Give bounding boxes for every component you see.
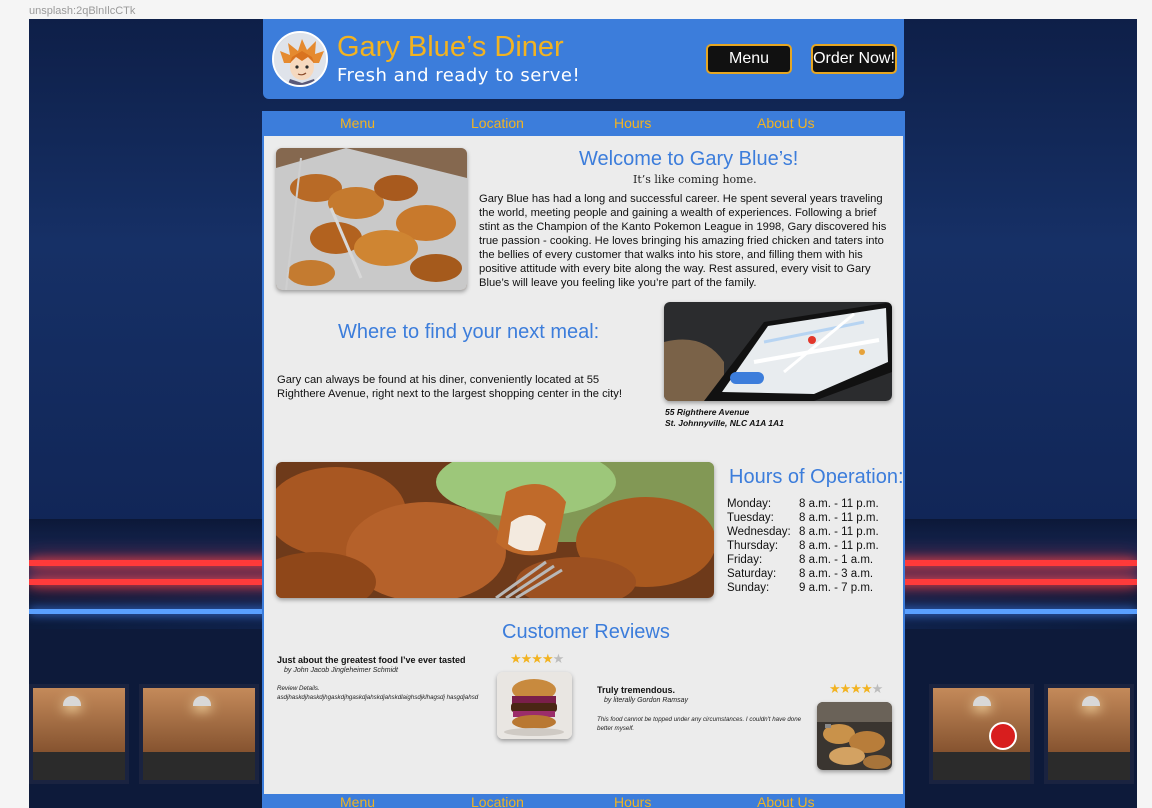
avatar [272, 31, 328, 87]
hours-day: Sunday: [727, 582, 770, 594]
hours-day: Thursday: [727, 540, 779, 552]
location-text: Gary can always be found at his diner, c… [277, 374, 622, 400]
hours-time: 8 a.m. - 3 a.m. [799, 568, 874, 580]
main-content: Welcome to Gary Blue’s! It’s like coming… [262, 136, 905, 794]
site-tagline: Fresh and ready to serve! [337, 65, 581, 86]
map-phone-photo [664, 302, 892, 401]
hours-time: 9 a.m. - 7 p.m. [799, 582, 874, 594]
review-title: Truly tremendous. [597, 685, 676, 695]
location-heading: Where to find your next meal: [338, 321, 600, 343]
address-line-2: St. Johnnyville, NLC A1A 1A1 [665, 418, 784, 428]
welcome-heading: Welcome to Gary Blue’s! [579, 148, 799, 170]
hours-row: Friday: 8 a.m. - 1 a.m. [727, 553, 879, 567]
hours-day: Tuesday: [727, 512, 774, 524]
site-title: Gary Blue’s Diner [337, 31, 564, 63]
order-now-button[interactable]: Order Now! [811, 44, 897, 74]
hours-row: Saturday: 8 a.m. - 3 a.m. [727, 567, 879, 581]
footer-link-about-us[interactable]: About Us [757, 794, 815, 808]
hours-time: 8 a.m. - 11 p.m. [799, 498, 879, 510]
kitchen-pots-photo [817, 702, 892, 770]
nav-link-location[interactable]: Location [471, 115, 524, 131]
review-title: Just about the greatest food I’ve ever t… [277, 655, 466, 665]
footer-link-hours[interactable]: Hours [614, 794, 651, 808]
hours-time: 8 a.m. - 11 p.m. [799, 540, 879, 552]
hours-row: Thursday: 8 a.m. - 11 p.m. [727, 539, 879, 553]
hours-day: Wednesday: [727, 526, 791, 538]
nav-link-hours[interactable]: Hours [614, 115, 651, 131]
bottom-nav: Menu Location Hours About Us [262, 794, 905, 808]
review-body: Review Details. asdjhaskdjhaskdjhgaskdjh… [277, 685, 479, 701]
reviews-heading: Customer Reviews [502, 621, 670, 643]
hours-row: Monday: 8 a.m. - 11 p.m. [727, 497, 879, 511]
nav-link-menu[interactable]: Menu [340, 115, 375, 131]
review-rating-stars: ★★★★★ [510, 651, 564, 666]
site-header: Gary Blue’s Diner Fresh and ready to ser… [263, 19, 904, 99]
hours-time: 8 a.m. - 11 p.m. [799, 512, 879, 524]
review-author: by literally Gordon Ramsay [604, 697, 689, 704]
hours-day: Friday: [727, 554, 763, 566]
nav-link-about-us[interactable]: About Us [757, 115, 815, 131]
review-body: This food cannot be topped under any cir… [597, 716, 802, 732]
hours-time: 8 a.m. - 11 p.m. [799, 526, 879, 538]
hours-row: Sunday: 9 a.m. - 7 p.m. [727, 581, 879, 595]
menu-button[interactable]: Menu [706, 44, 792, 74]
hours-day: Saturday: [727, 568, 777, 580]
address-line-1: 55 Righthere Avenue [665, 407, 750, 417]
hours-heading: Hours of Operation: [729, 466, 904, 488]
hours-day: Monday: [727, 498, 772, 510]
hours-table: Monday: 8 a.m. - 11 p.m. Tuesday: 8 a.m. -… [727, 497, 879, 595]
welcome-subheading: It’s like coming home. [633, 173, 757, 186]
hours-time: 8 a.m. - 1 a.m. [799, 554, 874, 566]
review-author: by John Jacob Jingleheimer Schmidt [284, 667, 399, 674]
welcome-text: Gary Blue has had a long and successful … [479, 193, 887, 289]
chicken-nuggets-photo [276, 462, 714, 598]
hours-row: Wednesday: 8 a.m. - 11 p.m. [727, 525, 879, 539]
fried-chicken-photo [276, 148, 467, 290]
hours-row: Tuesday: 8 a.m. - 11 p.m. [727, 511, 879, 525]
review-rating-stars: ★★★★★ [829, 681, 883, 696]
footer-link-location[interactable]: Location [471, 794, 524, 808]
burger-photo [497, 672, 572, 739]
frame-label: unsplash:2qBlnIlcCTk [29, 5, 136, 17]
footer-link-menu[interactable]: Menu [340, 794, 375, 808]
top-nav: Menu Location Hours About Us [262, 111, 905, 136]
